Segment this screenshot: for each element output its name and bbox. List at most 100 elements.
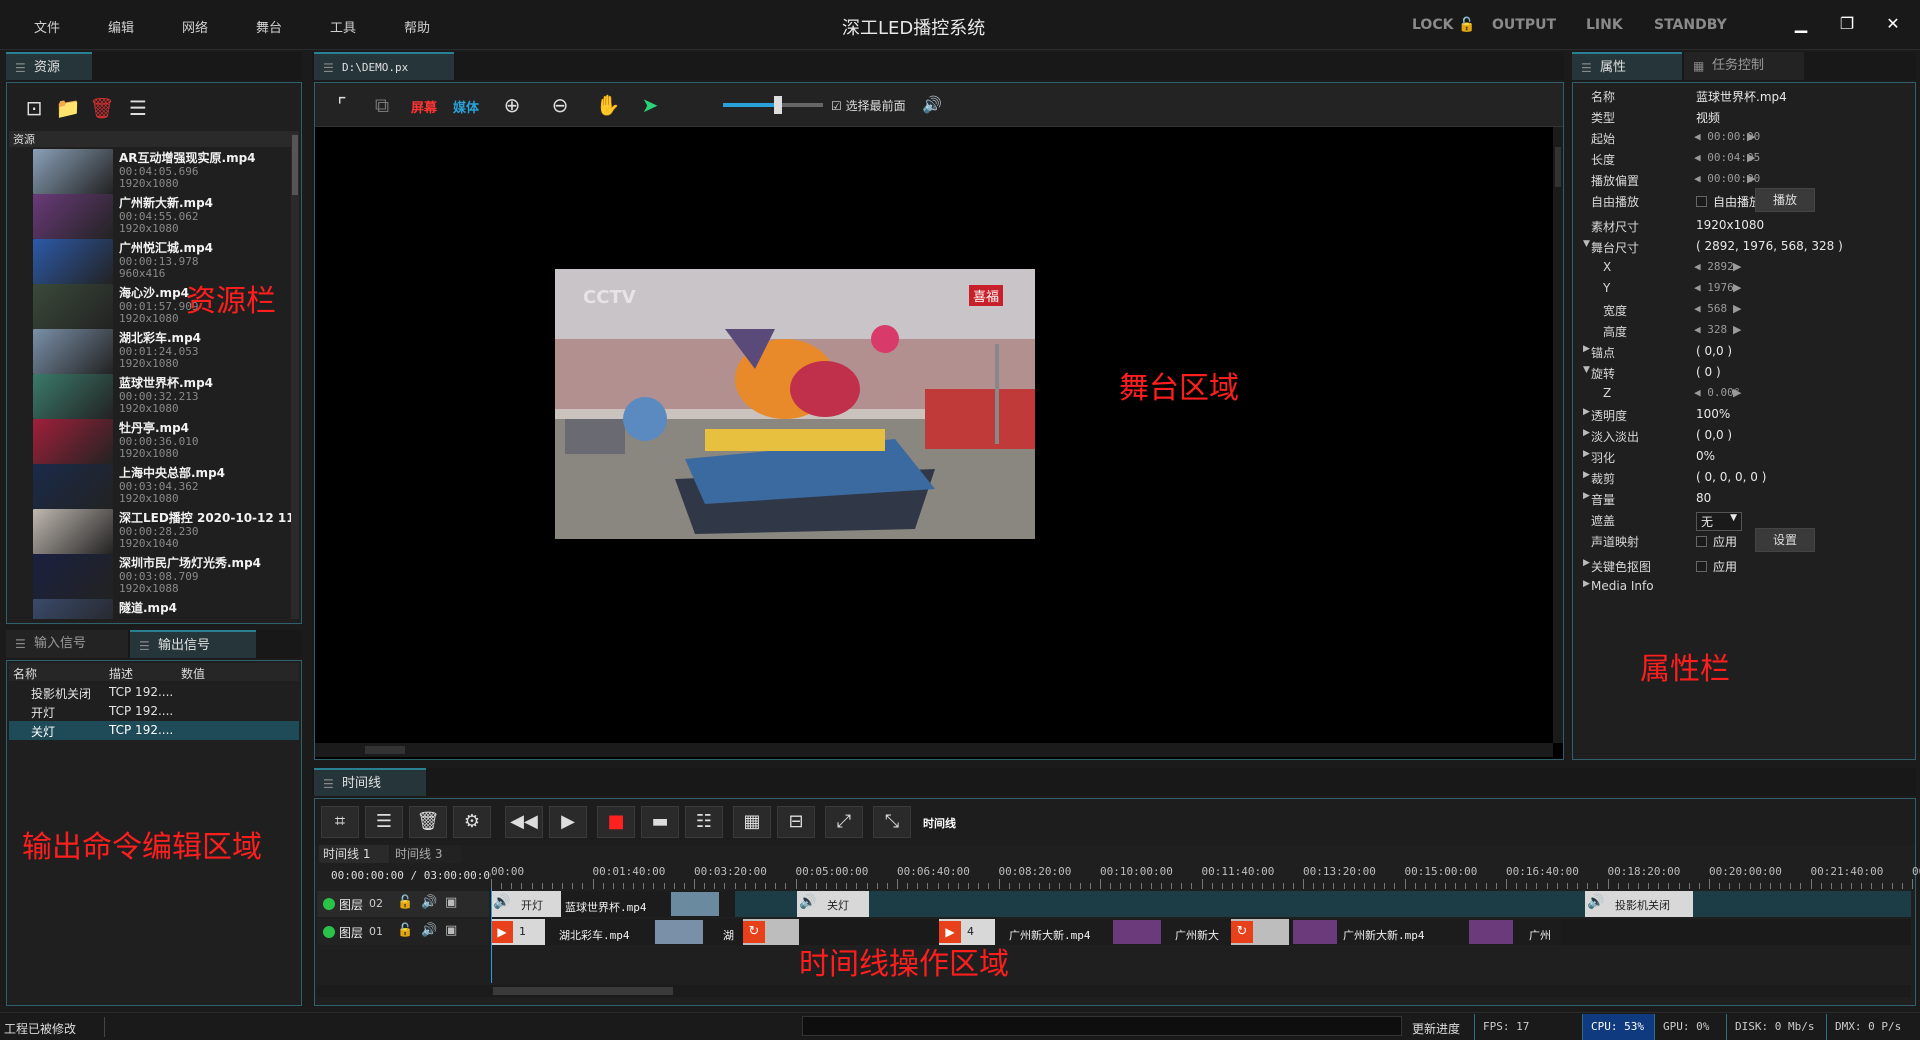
expand-icon[interactable]: ▼ — [1583, 365, 1590, 375]
lock-button[interactable]: LOCK 🔓 — [1412, 17, 1476, 33]
media-toggle[interactable]: 媒体 — [453, 97, 479, 116]
list-item[interactable]: 蓝球世界杯.mp4 00:00:32.213 1920x1080 — [33, 374, 291, 419]
tab-input-signal[interactable]: ☰ 输入信号 — [6, 630, 128, 658]
stage-hscrollbar[interactable] — [315, 743, 1553, 757]
list-item[interactable]: 广州新大新.mp4 00:04:55.062 1920x1080 — [33, 194, 291, 239]
tab-timeline[interactable]: ☰ 时间线 — [314, 768, 426, 796]
resource-scrollbar[interactable] — [291, 131, 299, 619]
spin-right-icon[interactable]: ▶ — [1733, 323, 1741, 336]
signal-clip-off[interactable]: 🔊 关灯 — [797, 891, 869, 917]
minimize-icon[interactable]: ▁ — [1788, 12, 1814, 38]
settings-icon[interactable]: ⚙ — [453, 806, 491, 838]
subtab-timeline-1[interactable]: 时间线 1 — [319, 845, 389, 863]
expand-icon[interactable]: ▼ — [1583, 239, 1590, 249]
table-row[interactable]: 投影机关闭 TCP 192.... — [9, 683, 299, 702]
output-button[interactable]: OUTPUT — [1492, 17, 1556, 33]
subtab-timeline-3[interactable]: 时间线 3 — [391, 845, 461, 863]
expand-icon[interactable]: ▶ — [1583, 491, 1590, 501]
track-layer-02[interactable]: 🔊 开灯 蓝球世界杯.mp4 🔊 关灯 🔊 投影机关闭 — [491, 891, 1911, 917]
list-item[interactable]: 隧道.mp4 — [33, 599, 291, 619]
spin-right-icon[interactable]: ▶ — [1733, 386, 1741, 399]
timeline-mode[interactable]: 时间线 — [923, 815, 956, 831]
media-clip[interactable]: 广州新大新.mp4 — [995, 919, 1171, 945]
spin-right-icon[interactable]: ▶ — [1747, 130, 1755, 143]
zoom-out-icon[interactable]: ⊖ — [543, 90, 577, 120]
corner-select-icon[interactable]: ⌜ — [325, 90, 359, 120]
volume-icon[interactable]: 🔊 — [421, 895, 437, 910]
group-icon[interactable]: ⧉ — [365, 90, 399, 120]
layer-enable-icon[interactable] — [323, 898, 335, 910]
list-icon[interactable]: ☷ — [685, 806, 723, 838]
expand-icon[interactable]: ▶ — [1583, 407, 1590, 417]
menu-tools[interactable]: 工具 — [330, 17, 356, 36]
unlock-icon[interactable]: 🔓 — [397, 923, 413, 938]
stage-vscrollbar[interactable] — [1553, 127, 1563, 743]
link-button[interactable]: LINK — [1586, 17, 1623, 33]
expand-icon[interactable]: ▶ — [1583, 579, 1590, 589]
select-dropdown[interactable]: 无 ▼ — [1696, 512, 1742, 531]
checkbox[interactable]: 应用 — [1696, 558, 1737, 575]
film-icon[interactable]: ▣ — [445, 895, 457, 910]
expand-icon[interactable]: ▶ — [1583, 449, 1590, 459]
close-icon[interactable]: ✕ — [1880, 12, 1906, 38]
film-icon[interactable]: ▣ — [445, 923, 457, 938]
checkbox[interactable]: 自由播放 — [1696, 193, 1761, 210]
signal-clip-on[interactable]: 🔊 开灯 — [491, 891, 561, 917]
loop-clip[interactable]: ↻ — [1231, 919, 1289, 945]
rewind-icon[interactable]: ◀◀ — [505, 806, 543, 838]
signal-clip-projector-off[interactable]: 🔊 投影机关闭 — [1585, 891, 1693, 917]
media-clip[interactable]: 广州新大新.mp4 — [1289, 919, 1469, 945]
menu-network[interactable]: 网络 — [182, 17, 208, 36]
zoom-slider[interactable] — [723, 96, 823, 114]
spin-right-icon[interactable]: ▶ — [1747, 151, 1755, 164]
expand-icon[interactable]: ▶ — [1583, 470, 1590, 480]
spin-field[interactable]: ◀ 1976 — [1694, 281, 1734, 294]
import-folder-icon[interactable]: 📁 — [51, 93, 85, 123]
volume-icon[interactable]: 🔊 — [915, 90, 949, 120]
list-item[interactable]: 湖北彩车.mp4 00:01:24.053 1920x1080 — [33, 329, 291, 374]
property-button[interactable]: 设置 — [1755, 528, 1815, 552]
spin-right-icon[interactable]: ▶ — [1733, 281, 1741, 294]
menu-stage[interactable]: 舞台 — [256, 17, 282, 36]
play-icon[interactable]: ▶ — [549, 806, 587, 838]
hand-icon[interactable]: ✋ — [591, 90, 625, 120]
play-clip[interactable]: ▶ 1 — [491, 919, 545, 945]
volume-icon[interactable]: 🔊 — [421, 923, 437, 938]
trash-icon[interactable]: 🗑 — [409, 806, 447, 838]
spin-right-icon[interactable]: ▶ — [1747, 172, 1755, 185]
maximize-icon[interactable]: ❐ — [1834, 12, 1860, 38]
spin-right-icon[interactable]: ▶ — [1733, 260, 1741, 273]
menu-edit[interactable]: 编辑 — [108, 17, 134, 36]
timeline-hscrollbar[interactable] — [317, 985, 1911, 997]
list-item[interactable]: 牡丹亭.mp4 00:00:36.010 1920x1080 — [33, 419, 291, 464]
tab-task-control[interactable]: ▦ 任务控制 — [1684, 52, 1804, 80]
table-row-selected[interactable]: 关灯 TCP 192.... — [9, 721, 299, 740]
delete-icon[interactable]: 🗑 — [85, 93, 119, 123]
media-clip[interactable]: 湖北彩车.mp4 — [545, 919, 721, 945]
layer-enable-icon[interactable] — [323, 926, 335, 938]
crop-icon[interactable]: ⌗ — [321, 806, 359, 838]
playhead[interactable] — [491, 889, 492, 983]
flag-icon[interactable]: ▬ — [641, 806, 679, 838]
grid-icon[interactable]: ▦ — [733, 806, 771, 838]
list-item[interactable]: 上海中央总部.mp4 00:03:04.362 1920x1080 — [33, 464, 291, 509]
spin-field[interactable]: ◀ 328 — [1694, 323, 1727, 336]
media-clip[interactable]: 蓝球世界杯.mp4 — [561, 891, 735, 917]
expand-icon[interactable]: ▶ — [1583, 558, 1590, 568]
media-clip[interactable]: 湖 — [721, 919, 743, 945]
menu-icon[interactable]: ☰ — [121, 93, 155, 123]
import-file-icon[interactable]: ⊡ — [17, 93, 51, 123]
spin-field[interactable]: ◀ 2892 — [1694, 260, 1734, 273]
loop-clip[interactable]: ↻ — [743, 919, 799, 945]
tab-project-file[interactable]: ☰ D:\DEMO.px — [314, 52, 454, 80]
list-item[interactable]: AR互动增强现实原.mp4 00:04:05.696 1920x1080 — [33, 149, 291, 194]
spin-right-icon[interactable]: ▶ — [1733, 302, 1741, 315]
standby-button[interactable]: STANDBY — [1654, 17, 1727, 33]
pointer-icon[interactable]: ➤ — [633, 90, 667, 120]
console-icon[interactable]: ⊟ — [777, 806, 815, 838]
collapse-icon[interactable]: ⤡ — [873, 806, 911, 838]
media-clip[interactable]: 广州 — [1469, 919, 1561, 945]
checkbox[interactable]: 应用 — [1696, 533, 1737, 550]
expand-icon[interactable]: ▶ — [1583, 428, 1590, 438]
list-item[interactable]: 深工LED播控 2020-10-12 11-1000:00:28.2301920… — [33, 509, 291, 554]
